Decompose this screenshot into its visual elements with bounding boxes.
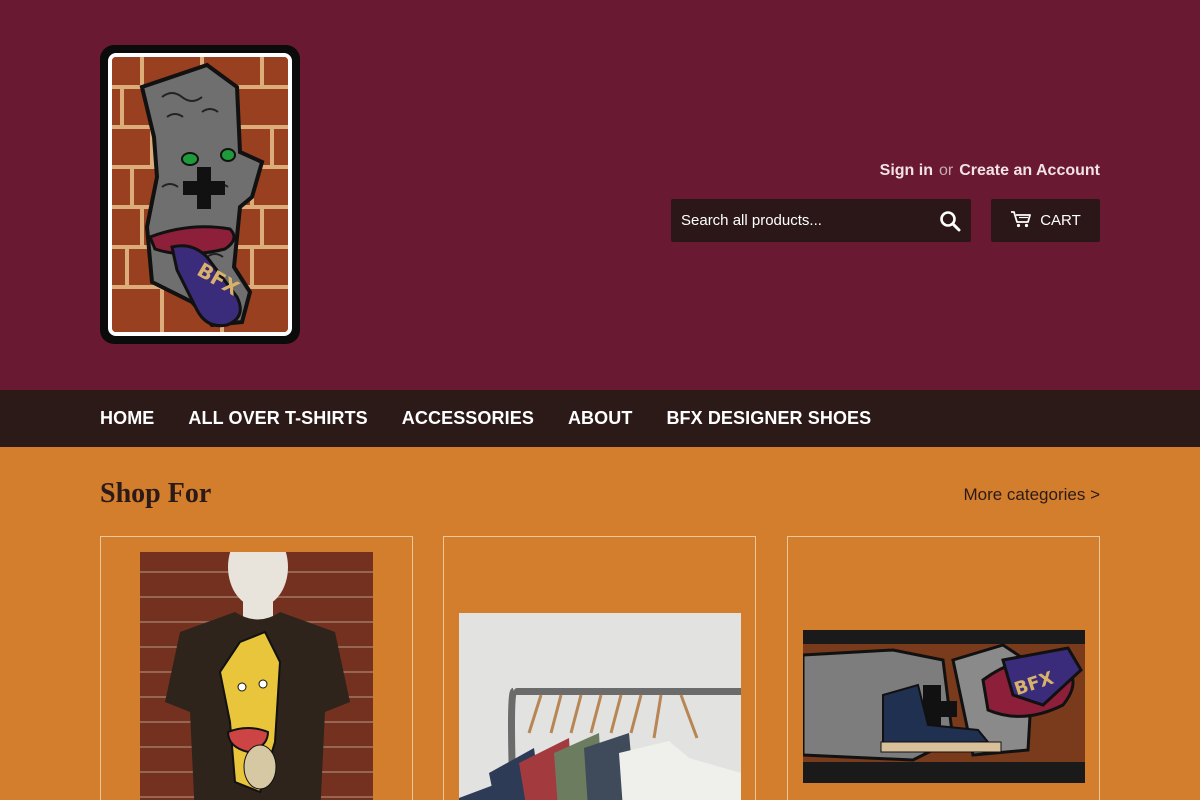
collection-card[interactable] xyxy=(443,536,756,800)
nav-item-all-over-t-shirts[interactable]: ALL OVER T-SHIRTS xyxy=(188,408,367,429)
search-icon[interactable] xyxy=(939,210,961,232)
nav-item-about[interactable]: ABOUT xyxy=(568,408,633,429)
search-input[interactable] xyxy=(671,199,921,242)
collection-card[interactable]: BFX xyxy=(787,536,1100,800)
section-title: Shop For xyxy=(100,478,212,509)
site-header: BFX Sign in or Create an Account CART xyxy=(0,0,1200,390)
search-form xyxy=(671,199,971,242)
main-nav: HOME ALL OVER T-SHIRTS ACCESSORIES ABOUT… xyxy=(0,390,1200,447)
cart-icon xyxy=(1010,210,1032,232)
cart-label: CART xyxy=(1040,212,1081,229)
site-logo[interactable]: BFX xyxy=(100,45,300,344)
cart-button[interactable]: CART xyxy=(991,199,1100,242)
nav-item-home[interactable]: HOME xyxy=(100,408,154,429)
clothing-rack-image xyxy=(459,613,741,800)
nav-item-bfx-designer-shoes[interactable]: BFX DESIGNER SHOES xyxy=(666,408,871,429)
tshirt-image xyxy=(140,552,373,800)
create-account-link[interactable]: Create an Account xyxy=(959,162,1100,179)
or-separator: or xyxy=(938,162,954,179)
more-categories-link[interactable]: More categories > xyxy=(963,485,1100,505)
logo-artwork: BFX xyxy=(108,53,292,336)
account-links: Sign in or Create an Account xyxy=(880,162,1100,180)
nav-item-accessories[interactable]: ACCESSORIES xyxy=(402,408,534,429)
sign-in-link[interactable]: Sign in xyxy=(880,162,933,179)
designer-shoe-image: BFX xyxy=(803,630,1085,783)
collection-card[interactable] xyxy=(100,536,413,800)
